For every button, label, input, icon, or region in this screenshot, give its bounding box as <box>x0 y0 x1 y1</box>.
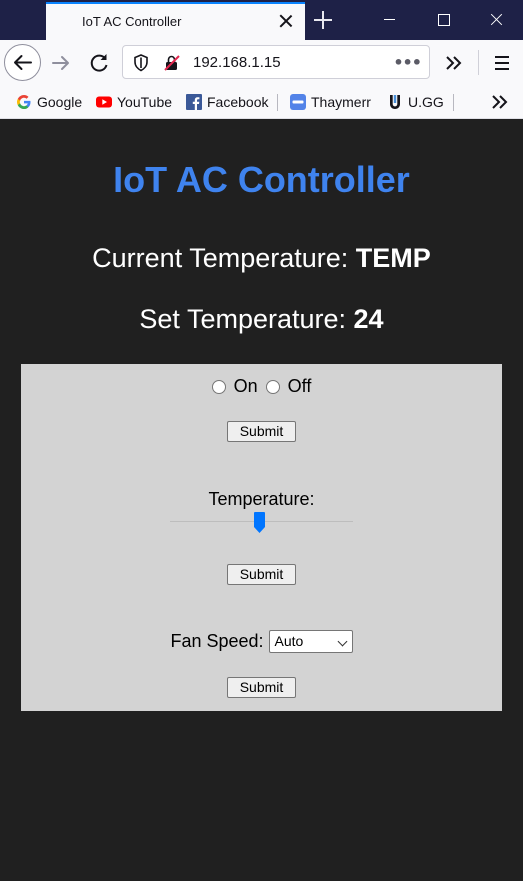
temperature-slider-thumb[interactable] <box>254 512 266 533</box>
bookmarks-toolbar: Google YouTube Facebook Thaymerr U.GG <box>0 85 523 119</box>
new-tab-icon[interactable] <box>312 9 334 31</box>
page-actions-icon[interactable]: ••• <box>393 53 422 72</box>
bookmark-youtube[interactable]: YouTube <box>96 93 172 111</box>
fan-submit-button[interactable]: Submit <box>227 677 296 698</box>
navigation-toolbar: 192.168.1.15 ••• <box>0 40 523 85</box>
back-arrow-icon <box>14 55 32 70</box>
browser-tab[interactable]: IoT AC Controller <box>46 2 305 40</box>
set-temperature-label: Set Temperature: <box>139 304 354 334</box>
fan-speed-label: Fan Speed: <box>170 631 264 651</box>
control-panel: On Off Submit Temperature: Submit Fan Sp… <box>21 364 502 711</box>
tab-title: IoT AC Controller <box>82 14 182 29</box>
temperature-slider-label: Temperature: <box>208 489 315 509</box>
power-on-radio[interactable] <box>211 379 226 394</box>
power-off-label: Off <box>287 376 312 396</box>
power-off-radio[interactable] <box>265 379 280 394</box>
temperature-submit-button[interactable]: Submit <box>227 564 296 585</box>
bookmark-label: YouTube <box>117 94 173 110</box>
insecure-lock-icon[interactable] <box>163 54 181 72</box>
fan-speed-row: Fan Speed: Auto <box>21 630 502 653</box>
opgg-icon <box>290 94 306 110</box>
forward-arrow-icon[interactable] <box>48 50 74 76</box>
facebook-icon <box>186 94 202 110</box>
close-window-button[interactable] <box>470 0 523 40</box>
bookmark-label: Google <box>37 94 83 110</box>
bookmark-separator <box>453 94 454 111</box>
address-bar[interactable]: 192.168.1.15 ••• <box>122 45 430 79</box>
tab-close-icon[interactable] <box>277 12 295 30</box>
double-chevron-right-icon[interactable] <box>441 50 467 76</box>
power-radio-group: On Off <box>21 376 502 397</box>
youtube-icon <box>96 96 112 108</box>
double-chevron-right-icon[interactable] <box>489 91 511 113</box>
url-text: 192.168.1.15 <box>193 54 281 71</box>
maximize-window-button[interactable] <box>416 0 470 40</box>
toolbar-divider <box>478 50 479 75</box>
bookmark-separator <box>277 94 278 111</box>
tab-strip: IoT AC Controller <box>0 0 523 40</box>
bookmark-label: Thaymerr <box>311 94 371 110</box>
fan-speed-selected: Auto <box>274 633 304 649</box>
reload-icon[interactable] <box>86 50 112 76</box>
current-temperature-value: TEMP <box>355 243 431 273</box>
bookmark-facebook[interactable]: Facebook <box>186 93 268 111</box>
current-temperature-label: Current Temperature: <box>92 243 356 273</box>
fan-speed-select[interactable]: Auto <box>268 630 353 653</box>
power-submit-button[interactable]: Submit <box>227 421 296 442</box>
chevron-down-icon <box>337 636 347 647</box>
bookmark-label: U.GG <box>408 94 444 110</box>
shield-icon[interactable] <box>133 54 149 72</box>
bookmark-google[interactable]: Google <box>16 93 82 111</box>
minimize-window-button[interactable] <box>362 0 416 40</box>
power-on-label: On <box>233 376 258 396</box>
back-button[interactable] <box>4 44 41 81</box>
google-icon <box>17 95 31 109</box>
ugg-icon <box>390 95 400 109</box>
bookmark-label: Facebook <box>207 94 269 110</box>
bookmark-thaymerr[interactable]: Thaymerr <box>290 93 371 111</box>
set-temperature: Set Temperature: 24 <box>0 304 523 335</box>
hamburger-menu-icon[interactable] <box>489 50 515 76</box>
set-temperature-value: 24 <box>353 304 384 334</box>
page-content: IoT AC Controller Current Temperature: T… <box>0 119 523 881</box>
page-title: IoT AC Controller <box>113 159 410 200</box>
current-temperature: Current Temperature: TEMP <box>0 243 523 274</box>
bookmark-ugg[interactable]: U.GG <box>387 93 444 111</box>
